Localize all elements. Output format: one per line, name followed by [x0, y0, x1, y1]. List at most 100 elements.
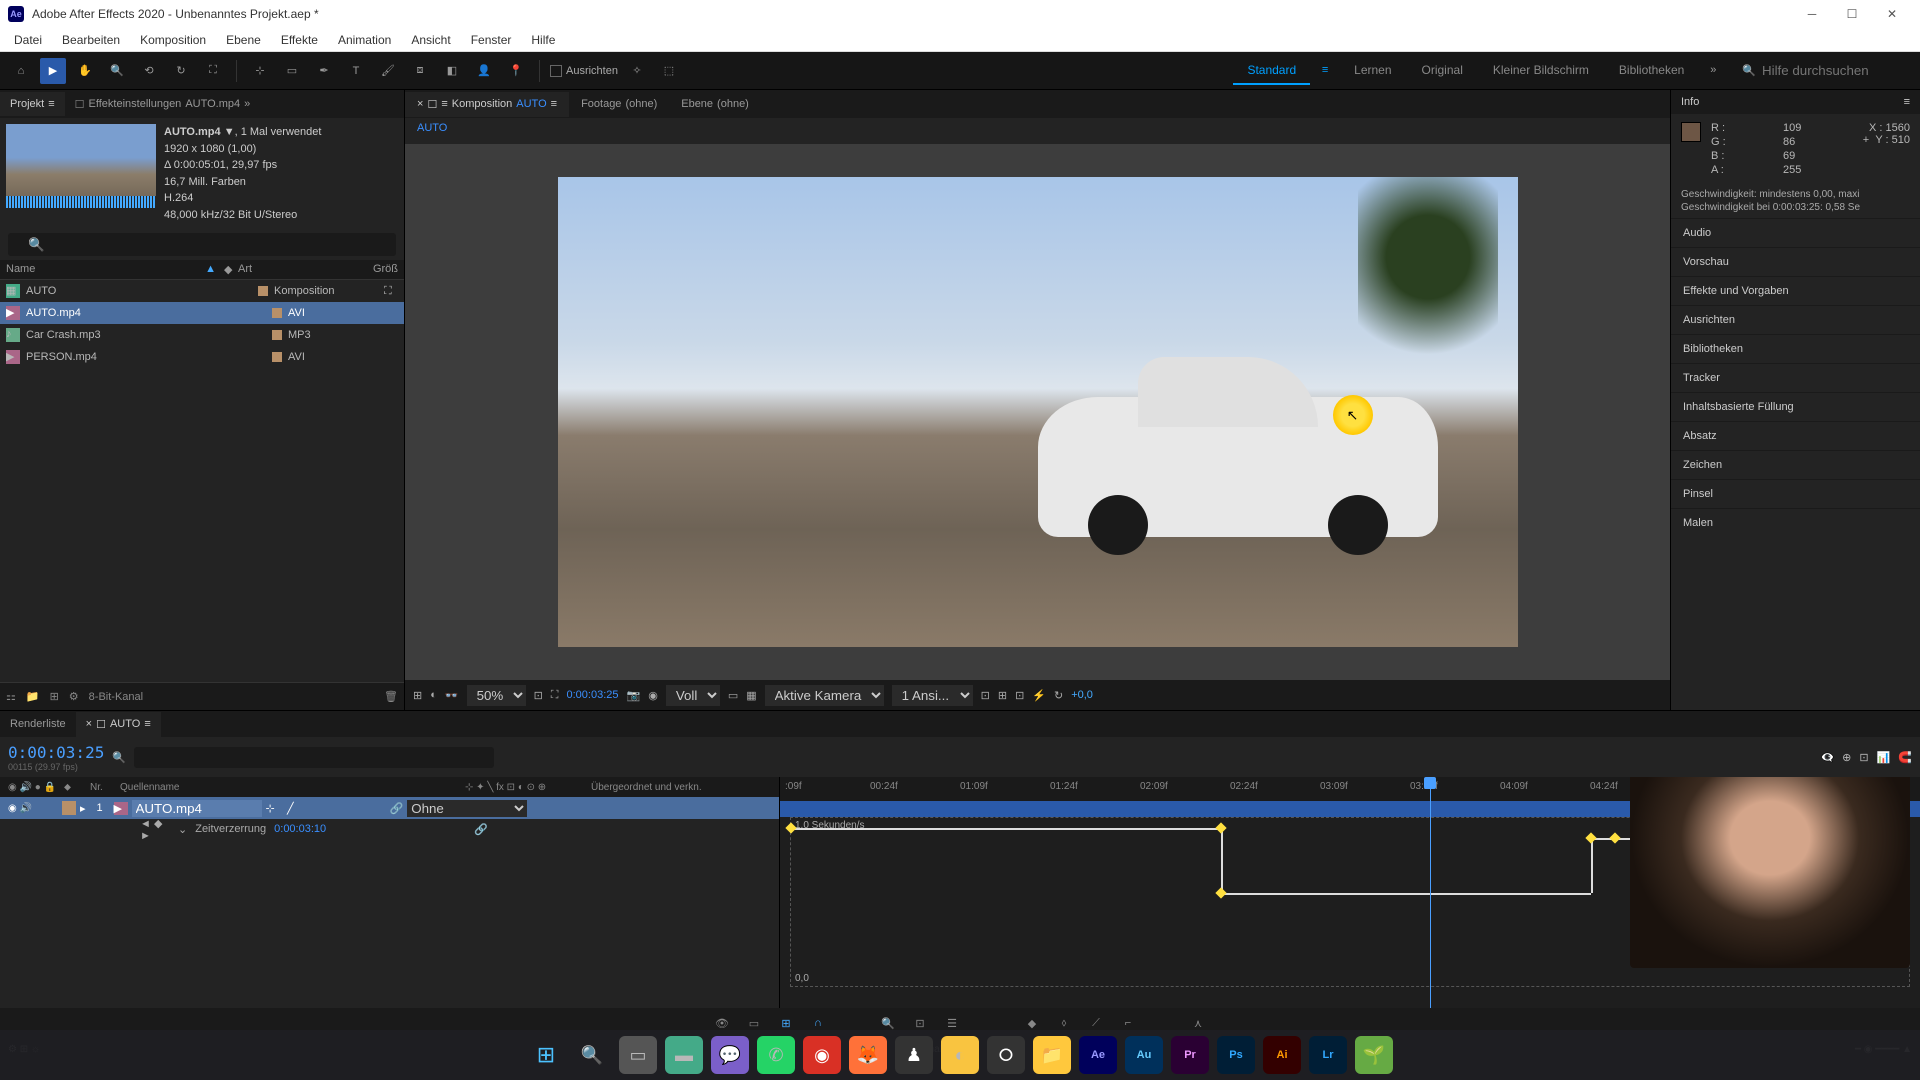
taskbar-firefox[interactable]: 🦊 — [849, 1036, 887, 1074]
text-tool-icon[interactable]: T — [343, 58, 369, 84]
workspace-menu-icon[interactable]: ≡ — [1312, 57, 1338, 83]
menu-fenster[interactable]: Fenster — [461, 31, 522, 49]
selection-tool-icon[interactable]: ▶ — [40, 58, 66, 84]
menu-datei[interactable]: Datei — [4, 31, 52, 49]
menu-effekte[interactable]: Effekte — [271, 31, 328, 49]
vc-refresh-icon[interactable]: ↻ — [1054, 689, 1063, 702]
minimize-button[interactable]: ─ — [1792, 0, 1832, 28]
layer-name-input[interactable] — [132, 800, 262, 817]
taskbar-app-2[interactable]: ◉ — [803, 1036, 841, 1074]
panel-inhaltsbasierte[interactable]: Inhaltsbasierte Füllung — [1671, 392, 1920, 421]
roto-tool-icon[interactable]: 👤 — [471, 58, 497, 84]
trash-icon[interactable]: 🗑 — [384, 690, 398, 703]
vc-snapshot-icon[interactable]: 📷 — [627, 689, 641, 702]
panel-bibliotheken[interactable]: Bibliotheken — [1671, 334, 1920, 363]
layer-row-1[interactable]: ◉ 🔊 ▸ 1 ▶ ⊹ ╱ 🔗 Ohne — [0, 797, 779, 819]
resolution-select[interactable]: Voll — [666, 685, 720, 706]
tl-shy-icon[interactable]: 👁‍🗨 — [1820, 751, 1834, 764]
vc-fast-icon[interactable]: ⚡ — [1032, 689, 1046, 702]
composition-viewer[interactable]: ↖ — [405, 144, 1670, 680]
panel-vorschau[interactable]: Vorschau — [1671, 247, 1920, 276]
taskbar-ae[interactable]: Ae — [1079, 1036, 1117, 1074]
zoom-tool-icon[interactable]: 🔍 — [104, 58, 130, 84]
interpret-icon[interactable]: ⚏ — [6, 690, 16, 703]
taskbar-app-4[interactable]: ◐ — [941, 1036, 979, 1074]
pen-tool-icon[interactable]: ✒ — [311, 58, 337, 84]
timeline-graph[interactable]: :09f 00:24f 01:09f 01:24f 02:09f 02:24f … — [780, 777, 1920, 1008]
vc-transparency-icon[interactable]: ▦ — [746, 689, 756, 702]
workspace-bibliotheken[interactable]: Bibliotheken — [1605, 57, 1698, 85]
menu-animation[interactable]: Animation — [328, 31, 401, 49]
col-name-header[interactable]: Name — [6, 263, 205, 276]
help-search-input[interactable] — [1762, 63, 1902, 78]
bit-depth[interactable]: 8-Bit-Kanal — [89, 691, 143, 703]
vc-alpha-icon[interactable]: ◐ — [430, 689, 437, 701]
taskbar-whatsapp[interactable]: ✆ — [757, 1036, 795, 1074]
tab-layer[interactable]: Ebene (ohne) — [669, 92, 761, 116]
panel-audio[interactable]: Audio — [1671, 218, 1920, 247]
shape-tool-icon[interactable]: ▭ — [279, 58, 305, 84]
info-panel-header[interactable]: Info ≡ — [1671, 90, 1920, 114]
vc-safe-icon[interactable]: ⊡ — [1015, 689, 1024, 702]
vc-crop-icon[interactable]: ⛶ — [551, 689, 559, 702]
vc-guides-icon[interactable]: ⊞ — [998, 689, 1007, 702]
maximize-button[interactable]: ☐ — [1832, 0, 1872, 28]
asset-thumbnail[interactable] — [6, 124, 156, 208]
eraser-tool-icon[interactable]: ◧ — [439, 58, 465, 84]
project-search-input[interactable] — [8, 233, 396, 256]
taskbar-app-1[interactable]: ▬ — [665, 1036, 703, 1074]
exposure-value[interactable]: +0,0 — [1071, 689, 1093, 701]
panel-malen[interactable]: Malen — [1671, 508, 1920, 537]
pin-tool-icon[interactable]: 📍 — [503, 58, 529, 84]
new-comp-icon[interactable]: ⊞ — [50, 690, 59, 703]
taskbar-pr[interactable]: Pr — [1171, 1036, 1209, 1074]
taskbar-explorer[interactable]: 📁 — [1033, 1036, 1071, 1074]
menu-bearbeiten[interactable]: Bearbeiten — [52, 31, 130, 49]
tab-effect-settings[interactable]: ☐ Effekteinstellungen AUTO.mp4 » — [65, 92, 261, 117]
breadcrumb[interactable]: AUTO — [417, 122, 447, 134]
tab-renderlist[interactable]: Renderliste — [0, 712, 76, 736]
taskbar-obs[interactable]: ⭘ — [987, 1036, 1025, 1074]
taskbar-search[interactable]: 🔍 — [573, 1036, 611, 1074]
zoom-select[interactable]: 50% — [467, 685, 526, 706]
tl-blur-icon[interactable]: ⊡ — [1859, 751, 1868, 764]
vc-channel-icon[interactable]: ◉ — [648, 689, 658, 702]
workspace-original[interactable]: Original — [1408, 57, 1477, 85]
align-checkbox[interactable]: Ausrichten — [550, 65, 618, 77]
taskbar-teams[interactable]: 💬 — [711, 1036, 749, 1074]
close-button[interactable]: ✕ — [1872, 0, 1912, 28]
views-select[interactable]: 1 Ansi... — [892, 685, 973, 706]
taskbar-au[interactable]: Au — [1125, 1036, 1163, 1074]
panel-zeichen[interactable]: Zeichen — [1671, 450, 1920, 479]
settings-icon[interactable]: ⚙ — [69, 690, 79, 703]
new-folder-icon[interactable]: 📁 — [26, 690, 40, 703]
current-timecode[interactable]: 0:00:03:25 — [8, 743, 104, 762]
menu-komposition[interactable]: Komposition — [130, 31, 216, 49]
workspace-lernen[interactable]: Lernen — [1340, 57, 1405, 85]
tab-timeline-comp[interactable]: ×☐ AUTO ≡ — [76, 712, 161, 737]
snap-tool-icon[interactable]: ✧ — [624, 58, 650, 84]
workspace-standard[interactable]: Standard — [1233, 57, 1310, 85]
panel-ausrichten[interactable]: Ausrichten — [1671, 305, 1920, 334]
brush-tool-icon[interactable]: 🖌 — [375, 58, 401, 84]
project-item-auto-mp4[interactable]: ▶ AUTO.mp4 AVI — [0, 302, 404, 324]
viewer-timecode[interactable]: 0:00:03:25 — [567, 689, 619, 701]
tl-comp-icon[interactable]: ⊕ — [1842, 751, 1851, 764]
tab-composition[interactable]: × ☐ ≡ Komposition AUTO ≡ — [405, 92, 569, 117]
tl-graph-icon[interactable]: 📊 — [1877, 751, 1891, 764]
project-item-car-crash[interactable]: ♪ Car Crash.mp3 MP3 — [0, 324, 404, 346]
property-zeitverzerrung[interactable]: ◄ ◆ ► ⌄ Zeitverzerrung 0:00:03:10 🔗 — [0, 819, 779, 839]
hand-tool-icon[interactable]: ✋ — [72, 58, 98, 84]
taskbar-lr[interactable]: Lr — [1309, 1036, 1347, 1074]
taskbar-start[interactable]: ⊞ — [527, 1036, 565, 1074]
project-item-auto-comp[interactable]: ▦ AUTO Komposition ⛶ — [0, 280, 404, 302]
taskbar-ps[interactable]: Ps — [1217, 1036, 1255, 1074]
panel-tracker[interactable]: Tracker — [1671, 363, 1920, 392]
playhead[interactable] — [1430, 777, 1431, 1008]
vc-res-icon[interactable]: ⊡ — [534, 689, 543, 702]
workspace-more-icon[interactable]: » — [1700, 57, 1726, 83]
vc-grid-icon[interactable]: ⊞ — [413, 689, 422, 702]
menu-ebene[interactable]: Ebene — [216, 31, 271, 49]
tab-project[interactable]: Projekt ≡ — [0, 92, 65, 116]
taskbar-app-5[interactable]: 🌱 — [1355, 1036, 1393, 1074]
